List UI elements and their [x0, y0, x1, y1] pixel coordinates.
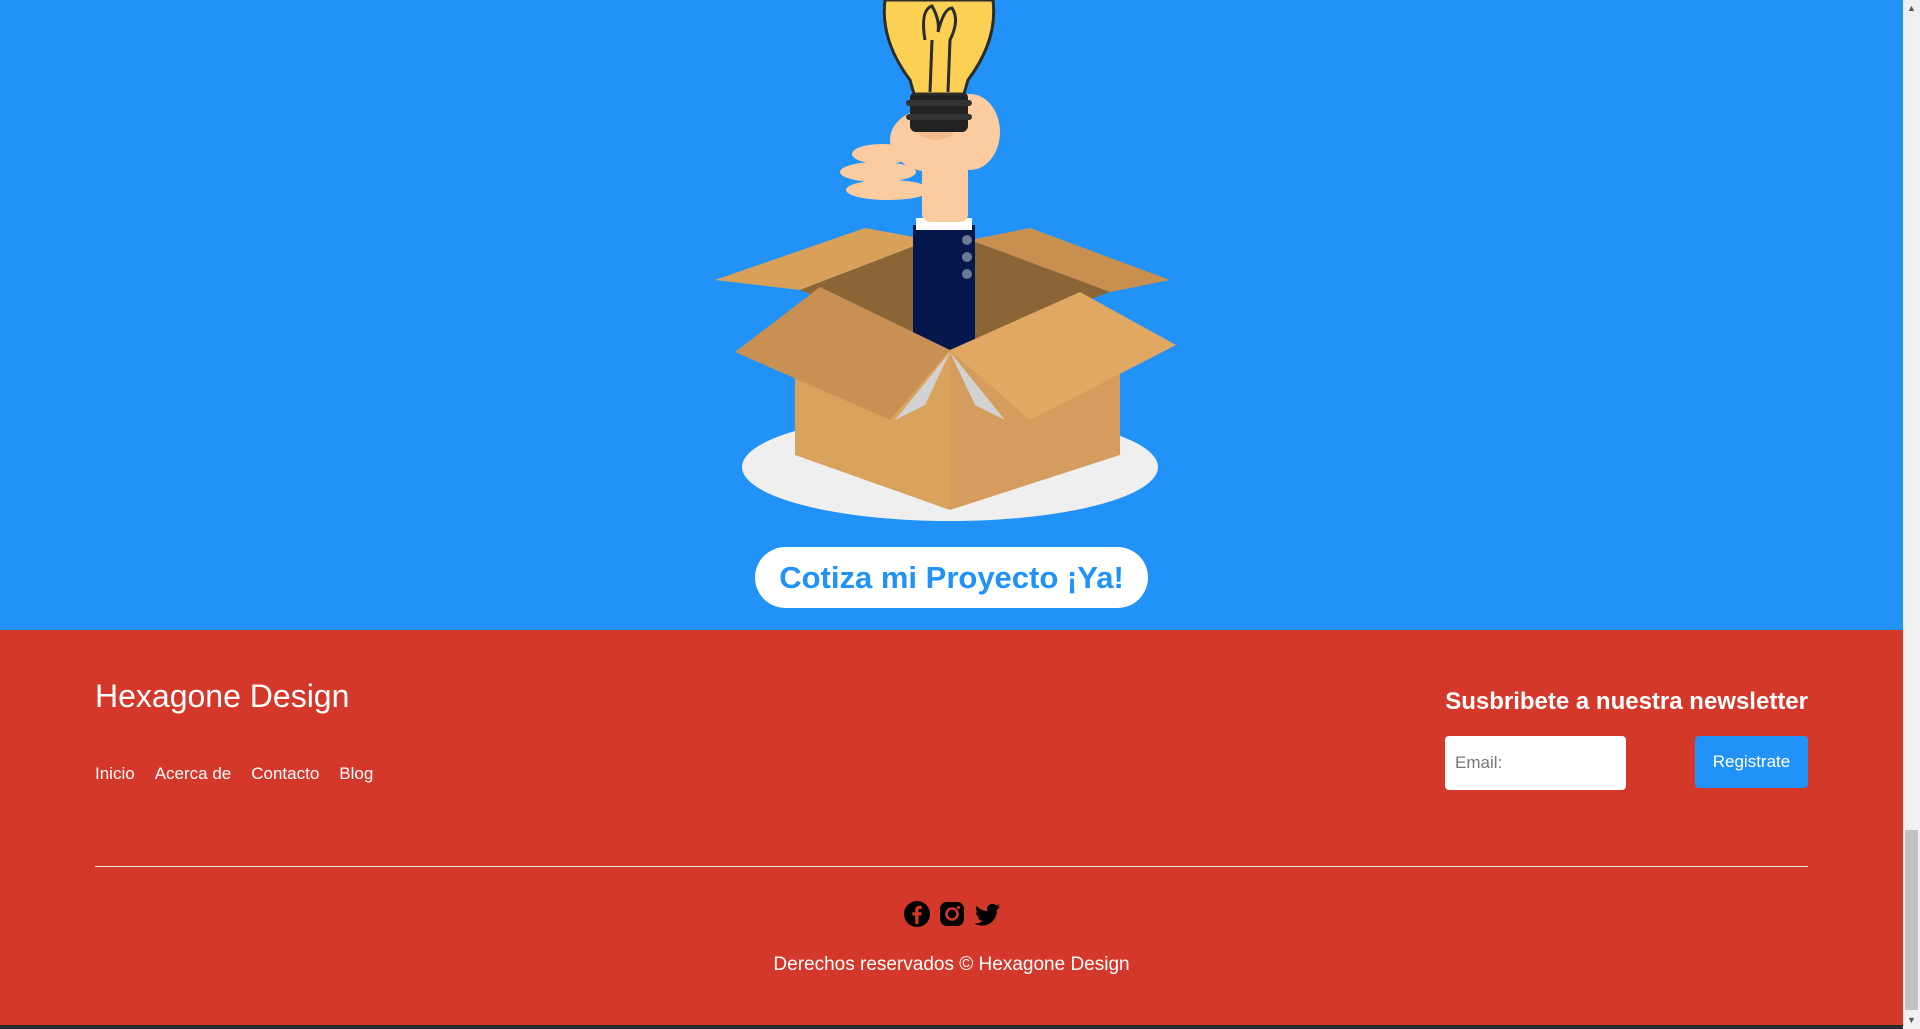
twitter-icon[interactable] — [973, 900, 1001, 928]
quote-project-button[interactable]: Cotiza mi Proyecto ¡Ya! — [755, 547, 1148, 608]
newsletter-email-input[interactable] — [1445, 736, 1626, 790]
social-links — [903, 900, 1001, 928]
facebook-icon[interactable] — [903, 900, 931, 928]
idea-box-illustration — [715, 0, 1176, 521]
hero-section: Cotiza mi Proyecto ¡Ya! — [0, 0, 1903, 630]
register-button[interactable]: Registrate — [1695, 736, 1808, 788]
newsletter-title: Susbribete a nuestra newsletter — [1445, 688, 1808, 715]
scrollbar-thumb[interactable] — [1905, 830, 1918, 1010]
footer-nav-acerca-de[interactable]: Acerca de — [155, 764, 232, 784]
page-viewport: Cotiza mi Proyecto ¡Ya! Hexagone Design … — [0, 0, 1903, 1029]
footer-nav-blog[interactable]: Blog — [339, 764, 373, 784]
page-scrollbar[interactable]: ▲ ▼ — [1903, 0, 1920, 1029]
footer-brand: Hexagone Design — [95, 678, 350, 714]
scroll-down-arrow-icon[interactable]: ▼ — [1903, 1012, 1920, 1029]
instagram-icon[interactable] — [938, 900, 966, 928]
scroll-up-arrow-icon[interactable]: ▲ — [1903, 0, 1920, 17]
footer-divider — [95, 866, 1808, 867]
copyright-text: Derechos reservados © Hexagone Design — [773, 954, 1130, 975]
footer-nav: Inicio Acerca de Contacto Blog — [95, 764, 393, 784]
bottom-edge-strip — [0, 1025, 1903, 1029]
footer-nav-inicio[interactable]: Inicio — [95, 764, 135, 784]
footer-nav-contacto[interactable]: Contacto — [251, 764, 319, 784]
site-footer: Hexagone Design Inicio Acerca de Contact… — [0, 630, 1903, 1029]
